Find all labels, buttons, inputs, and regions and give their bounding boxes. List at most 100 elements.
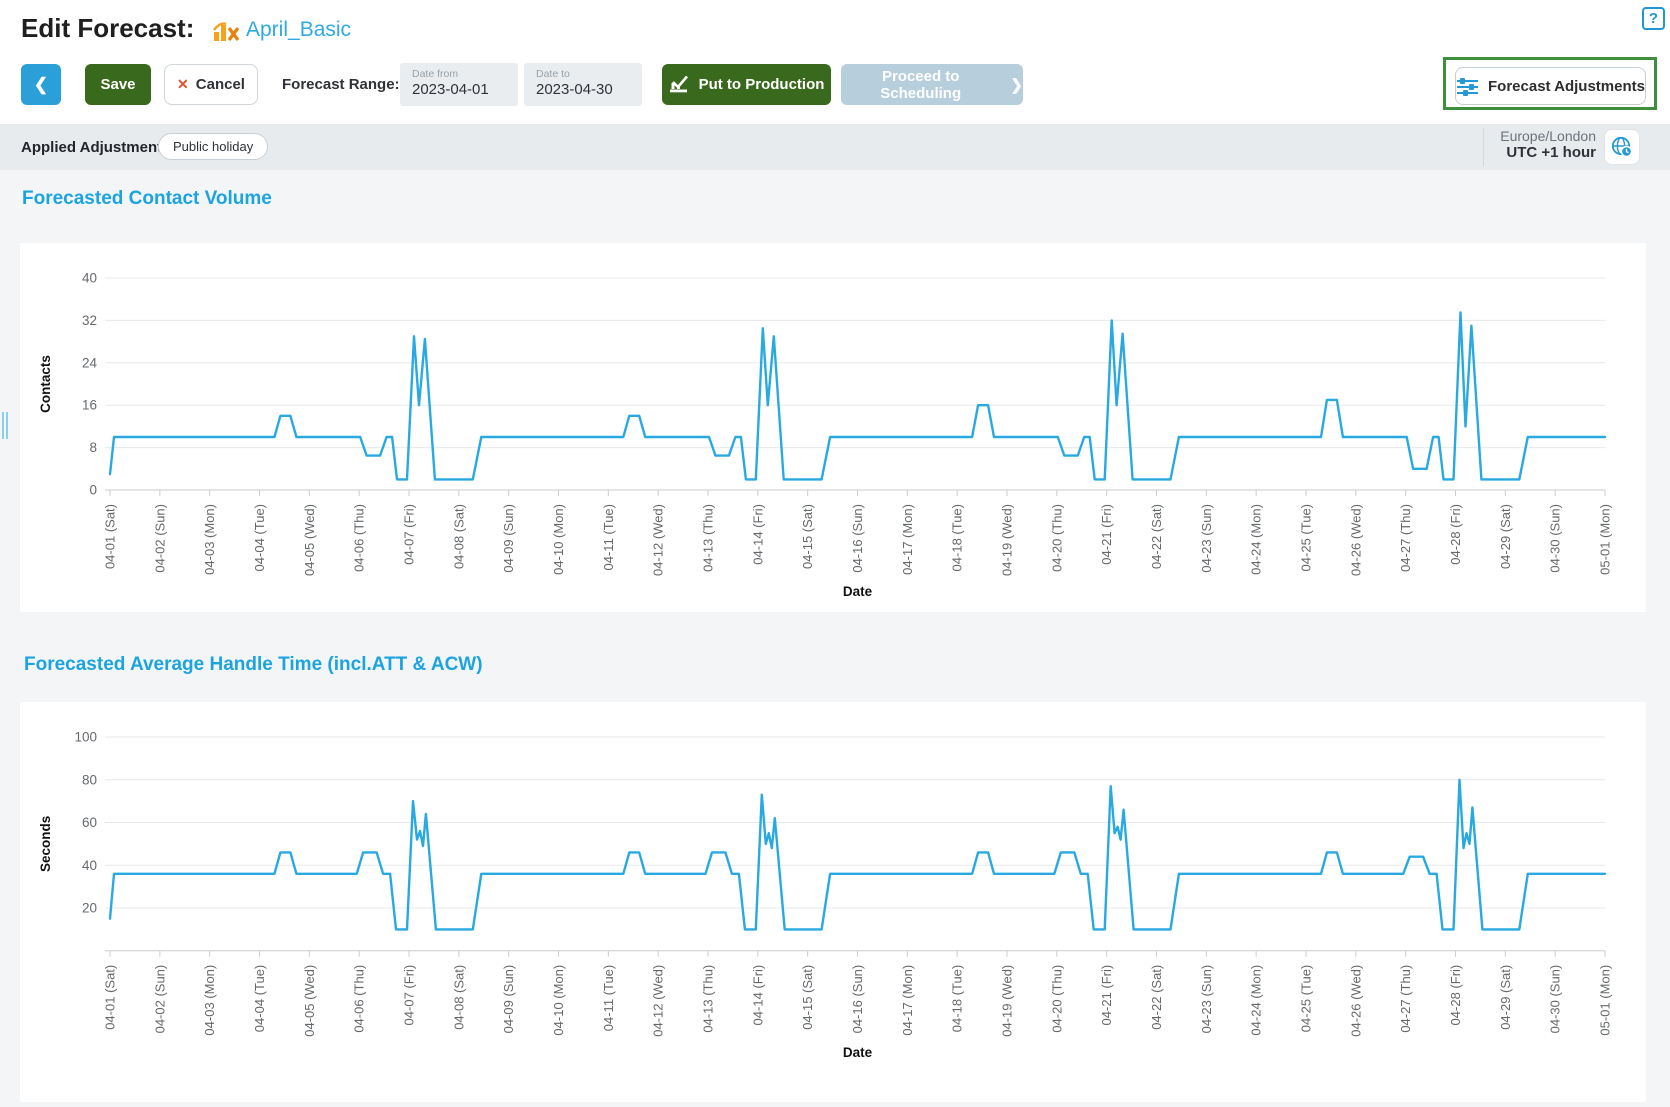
question-mark-icon: ? [1649, 10, 1658, 27]
svg-text:20: 20 [82, 901, 97, 916]
svg-text:04-23 (Sun): 04-23 (Sun) [1199, 965, 1214, 1034]
svg-text:04-03 (Mon): 04-03 (Mon) [202, 965, 217, 1036]
svg-text:04-28 (Fri): 04-28 (Fri) [1448, 965, 1463, 1026]
svg-text:04-26 (Wed): 04-26 (Wed) [1348, 504, 1363, 576]
svg-text:Contacts: Contacts [38, 355, 53, 413]
svg-text:04-02 (Sun): 04-02 (Sun) [152, 504, 167, 573]
svg-text:04-03 (Mon): 04-03 (Mon) [202, 504, 217, 575]
production-chart-check-icon [669, 75, 689, 94]
date-from-field[interactable]: Date from 2023-04-01 [400, 63, 518, 106]
svg-text:04-20 (Thu): 04-20 (Thu) [1049, 504, 1064, 572]
svg-text:0: 0 [89, 483, 97, 498]
put-to-production-button[interactable]: Put to Production [662, 64, 831, 105]
svg-text:40: 40 [82, 271, 97, 286]
forecast-adjustments-label: Forecast Adjustments [1488, 78, 1645, 95]
svg-text:04-04 (Tue): 04-04 (Tue) [252, 965, 267, 1032]
svg-text:04-29 (Sat): 04-29 (Sat) [1498, 965, 1513, 1030]
svg-text:04-05 (Wed): 04-05 (Wed) [302, 965, 317, 1037]
date-from-value: 2023-04-01 [412, 81, 506, 98]
svg-text:04-19 (Wed): 04-19 (Wed) [1000, 504, 1015, 576]
cancel-label: Cancel [196, 76, 245, 93]
svg-text:04-18 (Tue): 04-18 (Tue) [950, 965, 965, 1032]
aht-card: 20406080100Seconds04-01 (Sat)04-02 (Sun)… [20, 702, 1646, 1102]
svg-text:Seconds: Seconds [38, 816, 53, 872]
svg-text:04-12 (Wed): 04-12 (Wed) [651, 504, 666, 576]
date-from-caption: Date from [412, 68, 506, 80]
svg-text:04-13 (Thu): 04-13 (Thu) [701, 504, 716, 572]
svg-text:32: 32 [82, 313, 97, 328]
svg-text:04-02 (Sun): 04-02 (Sun) [152, 965, 167, 1034]
svg-text:24: 24 [82, 355, 98, 370]
svg-text:04-27 (Thu): 04-27 (Thu) [1398, 504, 1413, 572]
svg-text:04-09 (Sun): 04-09 (Sun) [501, 965, 516, 1034]
svg-text:04-06 (Thu): 04-06 (Thu) [352, 504, 367, 572]
svg-text:16: 16 [82, 398, 97, 413]
help-button[interactable]: ? [1642, 7, 1665, 30]
svg-text:100: 100 [74, 730, 97, 745]
applied-adjustments-label: Applied Adjustments: [21, 139, 175, 156]
svg-text:05-01 (Mon): 05-01 (Mon) [1598, 504, 1613, 575]
x-icon: ✕ [177, 76, 189, 93]
svg-text:04-10 (Mon): 04-10 (Mon) [551, 965, 566, 1036]
side-panel-drag-handle[interactable] [2, 412, 10, 439]
page-title: Edit Forecast: [21, 13, 194, 44]
timezone-offset: UTC +1 hour [1500, 144, 1596, 161]
svg-text:04-26 (Wed): 04-26 (Wed) [1348, 965, 1363, 1037]
svg-text:04-04 (Tue): 04-04 (Tue) [252, 504, 267, 571]
svg-text:04-23 (Sun): 04-23 (Sun) [1199, 504, 1214, 573]
cancel-button[interactable]: ✕ Cancel [164, 64, 258, 105]
svg-text:04-07 (Fri): 04-07 (Fri) [402, 965, 417, 1026]
back-button[interactable]: ❮ [21, 64, 61, 105]
svg-text:04-16 (Sun): 04-16 (Sun) [850, 965, 865, 1034]
svg-text:04-29 (Sat): 04-29 (Sat) [1498, 504, 1513, 569]
svg-text:04-07 (Fri): 04-07 (Fri) [402, 504, 417, 565]
svg-text:04-16 (Sun): 04-16 (Sun) [850, 504, 865, 573]
svg-text:40: 40 [82, 858, 97, 873]
svg-text:04-24 (Mon): 04-24 (Mon) [1249, 504, 1264, 575]
divider [1483, 128, 1484, 166]
timezone-info: Europe/London UTC +1 hour [1500, 128, 1596, 161]
chevron-left-icon: ❮ [34, 75, 48, 95]
forecast-adjustments-button[interactable]: Forecast Adjustments [1455, 67, 1646, 105]
svg-text:60: 60 [82, 815, 97, 830]
applied-adjustments-bar: Applied Adjustments: Public holiday Euro… [0, 124, 1670, 170]
save-button[interactable]: Save [85, 64, 151, 105]
svg-text:04-08 (Sat): 04-08 (Sat) [451, 965, 466, 1030]
contact-volume-chart[interactable]: 0816243240Contacts04-01 (Sat)04-02 (Sun)… [20, 243, 1646, 612]
contact-volume-card: 0816243240Contacts04-01 (Sat)04-02 (Sun)… [20, 243, 1646, 612]
svg-text:04-08 (Sat): 04-08 (Sat) [451, 504, 466, 569]
sliders-icon [1456, 77, 1479, 96]
aht-chart[interactable]: 20406080100Seconds04-01 (Sat)04-02 (Sun)… [20, 702, 1646, 1102]
svg-text:04-05 (Wed): 04-05 (Wed) [302, 504, 317, 576]
svg-text:04-28 (Fri): 04-28 (Fri) [1448, 504, 1463, 565]
page-header: Edit Forecast: April_Basic ? ❮ Save ✕ Ca… [0, 0, 1670, 124]
put-to-production-label: Put to Production [699, 76, 825, 93]
svg-text:04-15 (Sat): 04-15 (Sat) [800, 965, 815, 1030]
svg-text:05-01 (Mon): 05-01 (Mon) [1598, 965, 1613, 1036]
globe-icon [1610, 135, 1634, 159]
svg-text:04-11 (Tue): 04-11 (Tue) [601, 965, 616, 1031]
timezone-globe-button[interactable] [1604, 129, 1640, 165]
chevron-right-icon: ❯ [1010, 76, 1023, 94]
svg-text:04-22 (Sat): 04-22 (Sat) [1149, 965, 1164, 1030]
svg-text:04-01 (Sat): 04-01 (Sat) [103, 965, 118, 1030]
forecast-range-label: Forecast Range: [282, 76, 400, 93]
adjustment-chip-public-holiday[interactable]: Public holiday [158, 133, 268, 160]
svg-text:04-30 (Sun): 04-30 (Sun) [1548, 965, 1563, 1034]
svg-text:04-30 (Sun): 04-30 (Sun) [1548, 504, 1563, 573]
svg-text:04-21 (Fri): 04-21 (Fri) [1099, 504, 1114, 565]
svg-text:04-19 (Wed): 04-19 (Wed) [1000, 965, 1015, 1037]
proceed-to-scheduling-button[interactable]: Proceed to Scheduling ❯ [841, 64, 1023, 105]
svg-text:04-25 (Tue): 04-25 (Tue) [1299, 504, 1314, 571]
svg-text:Date: Date [843, 584, 873, 599]
aht-title: Forecasted Average Handle Time (incl.ATT… [24, 654, 483, 676]
svg-text:04-24 (Mon): 04-24 (Mon) [1249, 965, 1264, 1036]
date-to-value: 2023-04-30 [536, 81, 630, 98]
contact-volume-title: Forecasted Contact Volume [22, 188, 272, 210]
svg-text:04-06 (Thu): 04-06 (Thu) [352, 965, 367, 1033]
svg-text:04-27 (Thu): 04-27 (Thu) [1398, 965, 1413, 1033]
forecast-name-link[interactable]: April_Basic [246, 18, 351, 42]
date-to-field[interactable]: Date to 2023-04-30 [524, 63, 642, 106]
proceed-label: Proceed to Scheduling [841, 68, 1000, 102]
svg-text:04-14 (Fri): 04-14 (Fri) [750, 504, 765, 565]
